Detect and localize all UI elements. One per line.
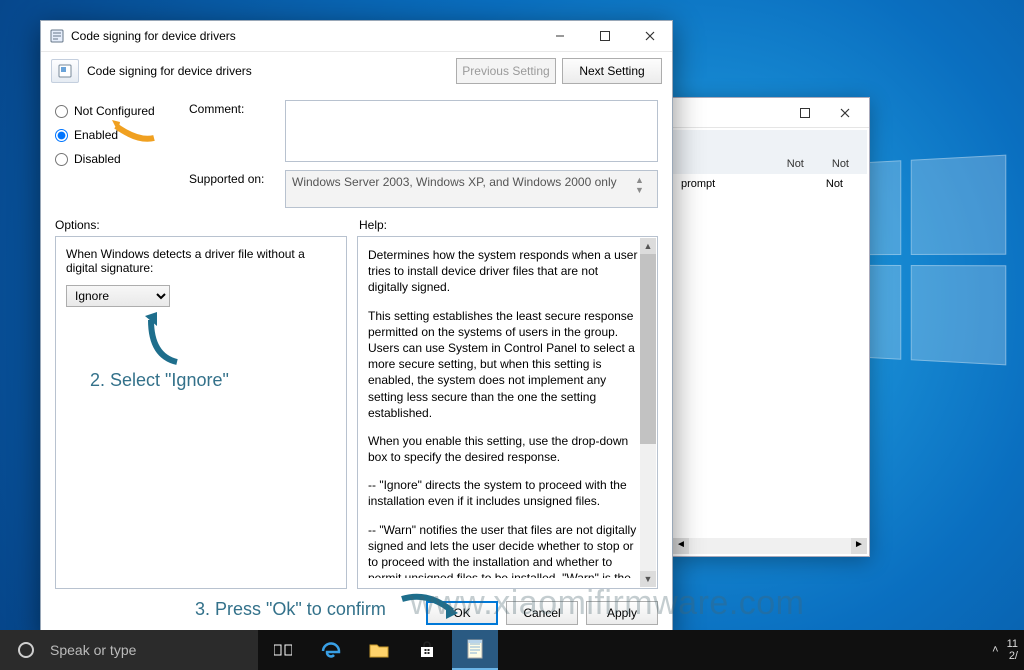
policy-icon [49,28,65,44]
radio-not-configured-label: Not Configured [74,104,155,118]
radio-enabled[interactable]: Enabled [55,128,175,142]
radio-disabled[interactable]: Disabled [55,152,175,166]
bg-table-header: NotNot [673,130,867,174]
dialog-titlebar[interactable]: Code signing for device drivers [41,21,672,51]
minimize-button[interactable] [537,21,582,51]
help-scrollbar[interactable]: ▲ ▼ [640,238,656,587]
scroll-up-icon[interactable]: ▲ [640,238,656,254]
taskbar: Speak or type ˄ 11 2/ [0,630,1024,670]
background-window: NotNot promptNot ◄► [670,97,870,557]
bg-table-row[interactable]: promptNot [673,174,867,194]
policy-item-icon [51,59,79,83]
next-setting-button[interactable]: Next Setting [562,58,662,84]
bg-close-button[interactable] [827,101,863,125]
help-pane: Determines how the system responds when … [357,236,658,589]
search-placeholder: Speak or type [50,642,136,658]
supported-on-label: Supported on: [189,170,277,208]
previous-setting-button[interactable]: Previous Setting [456,58,556,84]
policy-name: Code signing for device drivers [87,64,448,78]
window-title: Code signing for device drivers [71,29,537,43]
tray-chevron-up-icon[interactable]: ˄ [992,644,998,656]
option-prompt: When Windows detects a driver file witho… [66,247,336,275]
edge-icon[interactable] [308,630,354,670]
radio-not-configured[interactable]: Not Configured [55,104,175,118]
help-text: Determines how the system responds when … [368,247,647,578]
policy-dialog: Code signing for device drivers Code sig… [40,20,673,638]
options-pane: When Windows detects a driver file witho… [55,236,347,589]
help-section-label: Help: [359,218,387,232]
header-row: Code signing for device drivers Previous… [41,51,672,90]
maximize-button[interactable] [582,21,627,51]
system-tray[interactable]: ˄ 11 2/ [992,638,1024,662]
signing-action-select[interactable]: Ignore [66,285,170,307]
tray-date: 2/ [1007,650,1018,662]
scroll-down-icon[interactable]: ▼ [640,571,656,587]
radio-enabled-label: Enabled [74,128,118,142]
comment-input[interactable] [285,100,658,162]
store-icon[interactable] [404,630,450,670]
ok-button[interactable]: OK [426,601,498,625]
notepad-icon[interactable] [452,630,498,670]
supported-on-value: Windows Server 2003, Windows XP, and Win… [285,170,658,208]
task-view-button[interactable] [260,630,306,670]
background-window-titlebar [671,98,869,128]
bg-maximize-button[interactable] [787,101,823,125]
scrollbar-thumb[interactable] [640,254,656,444]
tray-time: 11 [1007,638,1018,650]
bg-horizontal-scrollbar[interactable]: ◄► [673,538,867,554]
cancel-button[interactable]: Cancel [506,601,578,625]
cortana-icon [18,642,34,658]
apply-button[interactable]: Apply [586,601,658,625]
file-explorer-icon[interactable] [356,630,402,670]
cortana-search[interactable]: Speak or type [0,630,258,670]
comment-label: Comment: [189,100,277,162]
close-button[interactable] [627,21,672,51]
radio-disabled-label: Disabled [74,152,121,166]
options-section-label: Options: [55,218,347,232]
